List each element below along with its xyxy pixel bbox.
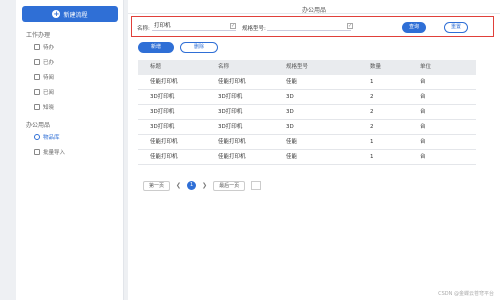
sidebar-item-label: 待阅 [43,75,55,81]
cell-unit: 台 [420,109,426,115]
new-process-label: 新建流程 [63,11,88,19]
cell-name: 3D打印机 [218,94,243,100]
table-row[interactable]: 佳能打印机 佳能打印机 佳能 1 台 [138,135,476,150]
table-row[interactable]: 3D打印机 3D打印机 3D 2 台 [138,90,476,105]
name-filter-label: 名称: [137,26,150,32]
sidebar-item-batch-import[interactable]: 批量导入 [34,146,118,158]
sidebar-item-todo[interactable]: 待办 [34,41,118,53]
header-title[interactable]: 标题 [138,60,206,75]
cell-model: 佳能 [286,139,298,145]
reset-button[interactable]: 重置 [444,22,468,33]
page-jump-input[interactable] [251,181,262,190]
cell-name: 3D打印机 [218,124,243,130]
table-header: 标题 名称 规格型号 数量 单位 [138,60,476,75]
group-office-title: 办公用品 [26,122,51,129]
pagination: 第一页 ❮ 1 ❯ 最后一页 [143,180,262,191]
table-row[interactable]: 3D打印机 3D打印机 3D 2 台 [138,120,476,135]
model-filter-input[interactable] [267,22,351,31]
sidebar-item-label: 已办 [43,60,55,66]
read-icon [34,89,40,95]
sidebar-item-to-read[interactable]: 待阅 [34,71,118,83]
dropdown-icon[interactable]: ✓ [230,23,236,29]
dropdown-icon[interactable]: ✓ [347,23,353,29]
main-panel: 办公用品 名称: 打印机 ✓ 规格型号: ✓ 查询 重置 新增 删除 标题 名称… [128,0,500,300]
sidebar-item-read[interactable]: 已阅 [34,86,118,98]
table-row[interactable]: 佳能打印机 佳能打印机 佳能 1 台 [138,75,476,90]
cell-name: 3D打印机 [218,109,243,115]
cell-title: 3D打印机 [150,94,175,100]
next-page-icon[interactable]: ❯ [202,182,207,189]
cell-title: 佳能打印机 [150,139,178,145]
sidebar-item-label: 知晓 [43,105,55,111]
cell-model: 3D [286,109,294,115]
prev-page-icon[interactable]: ❮ [176,182,181,189]
sidebar-item-done[interactable]: 已办 [34,56,118,68]
table-row[interactable]: 佳能打印机 佳能打印机 佳能 1 台 [138,150,476,165]
cell-quantity: 2 [370,109,374,115]
cell-quantity: 1 [370,139,374,145]
table-row[interactable]: 3D打印机 3D打印机 3D 2 台 [138,105,476,120]
import-icon [34,149,40,155]
cell-title: 3D打印机 [150,109,175,115]
cell-quantity: 1 [370,154,374,160]
watermark: CSDN @金蝶云苍穹平台 [438,291,494,297]
cell-model: 佳能 [286,154,298,160]
cell-title: 3D打印机 [150,124,175,130]
cell-model: 3D [286,124,294,130]
filter-bar: 名称: 打印机 ✓ 规格型号: ✓ 查询 重置 [131,16,494,37]
query-button[interactable]: 查询 [402,22,426,33]
sidebar-item-notified[interactable]: 知晓 [34,101,118,113]
sidebar-item-label: 物品库 [43,135,60,141]
cell-unit: 台 [420,139,426,145]
cell-quantity: 2 [370,94,374,100]
last-page-button[interactable]: 最后一页 [213,180,246,191]
cell-quantity: 1 [370,79,374,85]
cell-model: 3D [286,94,294,100]
header-name[interactable]: 名称 [206,60,274,75]
add-button[interactable]: 新增 [138,42,174,53]
library-icon [34,134,40,140]
name-filter-input[interactable]: 打印机 [152,22,236,31]
cell-title: 佳能打印机 [150,154,178,160]
group-work-title: 工作办理 [26,32,51,39]
cell-name: 佳能打印机 [218,79,246,85]
todo-icon [34,44,40,50]
sidebar-item-item-library[interactable]: 物品库 [34,131,118,143]
cell-unit: 台 [420,124,426,130]
sidebar-item-label: 已阅 [43,90,55,96]
plus-icon: + [52,10,61,18]
cell-name: 佳能打印机 [218,139,246,145]
cell-title: 佳能打印机 [150,79,178,85]
sidebar: + 新建流程 工作办理 待办 已办 待阅 已阅 知晓 办公用品 物品库 批量导入 [16,0,124,300]
cell-unit: 台 [420,79,426,85]
header-quantity[interactable]: 数量 [358,60,408,75]
header-unit[interactable]: 单位 [408,60,476,75]
cell-name: 佳能打印机 [218,154,246,160]
header-model[interactable]: 规格型号 [274,60,358,75]
cell-unit: 台 [420,94,426,100]
sidebar-item-label: 待办 [43,45,55,51]
notified-icon [34,104,40,110]
new-process-button[interactable]: + 新建流程 [22,6,118,22]
sidebar-item-label: 批量导入 [43,150,66,156]
first-page-button[interactable]: 第一页 [143,180,171,191]
items-table: 标题 名称 规格型号 数量 单位 佳能打印机 佳能打印机 佳能 1 台 3D打印… [138,60,476,165]
cell-model: 佳能 [286,79,298,85]
model-filter-label: 规格型号: [242,26,266,32]
to-read-icon [34,74,40,80]
divider [128,13,500,14]
current-page[interactable]: 1 [187,181,197,190]
delete-button[interactable]: 删除 [180,42,218,53]
done-icon [34,59,40,65]
cell-quantity: 2 [370,124,374,130]
cell-unit: 台 [420,154,426,160]
